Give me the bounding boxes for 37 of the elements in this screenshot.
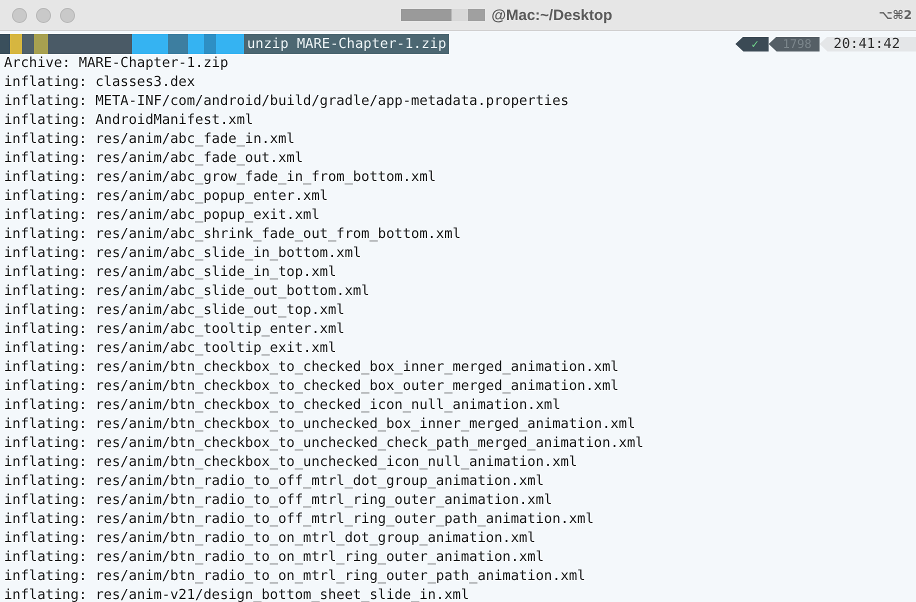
output-line: inflating: res/anim/btn_checkbox_to_unchecked_icon_null_animation.xml xyxy=(4,453,578,472)
output-line: inflating: res/anim/abc_fade_in.xml xyxy=(4,130,295,149)
output-line: inflating: res/anim/btn_radio_to_off_mtrl_ring_outer_path_animation.xml xyxy=(4,510,594,529)
output-line: inflating: res/anim/abc_slide_out_top.xml xyxy=(4,301,345,320)
output-line: inflating: res/anim/abc_popup_exit.xml xyxy=(4,206,320,225)
output-line: inflating: res/anim/abc_popup_enter.xml xyxy=(4,187,328,206)
zoom-button[interactable] xyxy=(60,8,75,22)
output-line: inflating: classes3.dex xyxy=(4,73,196,92)
output-line: inflating: res/anim/btn_radio_to_off_mtrl_ring_outer_animation.xml xyxy=(4,491,552,510)
output-line: inflating: res/anim/btn_radio_to_on_mtrl_ring_outer_animation.xml xyxy=(4,548,544,567)
command-text: unzip MARE-Chapter-1.zip xyxy=(244,34,450,54)
window-shortcut: ⌥⌘2 xyxy=(878,8,913,22)
output-line: inflating: res/anim/btn_checkbox_to_unchecked_check_path_merged_animation.xml xyxy=(4,434,644,453)
output-line: inflating: META-INF/com/android/build/gradle/app-metadata.properties xyxy=(4,92,569,111)
minimize-button[interactable] xyxy=(36,8,51,22)
output-line: inflating: res/anim/btn_checkbox_to_checked_box_outer_merged_animation.xml xyxy=(4,377,619,396)
output-line: inflating: res/anim/abc_slide_out_bottom.xml xyxy=(4,282,370,301)
output-line: inflating: res/anim/btn_radio_to_on_mtrl_dot_group_animation.xml xyxy=(4,529,536,548)
output-line: inflating: res/anim/btn_checkbox_to_checked_box_inner_merged_animation.xml xyxy=(4,358,619,377)
output-line: inflating: res/anim/btn_radio_to_on_mtrl_ring_outer_path_animation.xml xyxy=(4,567,586,586)
output-line: inflating: res/anim/btn_checkbox_to_checked_icon_null_animation.xml xyxy=(4,396,561,415)
output-line: inflating: res/anim/abc_slide_in_bottom.xml xyxy=(4,244,362,263)
output-line: inflating: res/anim/abc_tooltip_exit.xml xyxy=(4,339,336,358)
status-segment: ✓ xyxy=(735,36,769,52)
output-line: inflating: res/anim-v21/design_bottom_sheet_slide_in.xml xyxy=(4,586,470,602)
output-line: inflating: res/anim/abc_slide_in_top.xml xyxy=(4,263,336,282)
output-line: inflating: res/anim/abc_fade_out.xml xyxy=(4,149,304,168)
output-line: Archive: MARE-Chapter-1.zip xyxy=(4,54,228,73)
prompt-time: 20:41:42 xyxy=(820,36,916,52)
output-line: inflating: res/anim/abc_grow_fade_in_from_bottom.xml xyxy=(4,168,436,187)
output-line: inflating: res/anim/btn_checkbox_to_unchecked_box_inner_merged_animation.xml xyxy=(4,415,636,434)
output-line: inflating: res/anim/abc_tooltip_enter.xml xyxy=(4,320,345,339)
output-line: inflating: res/anim/abc_shrink_fade_out_from_bottom.xml xyxy=(4,225,461,244)
output-line: inflating: AndroidManifest.xml xyxy=(4,111,254,130)
window-title: @Mac:~/Desktop xyxy=(491,6,612,24)
close-button[interactable] xyxy=(12,8,27,22)
output-line: inflating: res/anim/btn_radio_to_off_mtrl_dot_group_animation.xml xyxy=(4,472,544,491)
